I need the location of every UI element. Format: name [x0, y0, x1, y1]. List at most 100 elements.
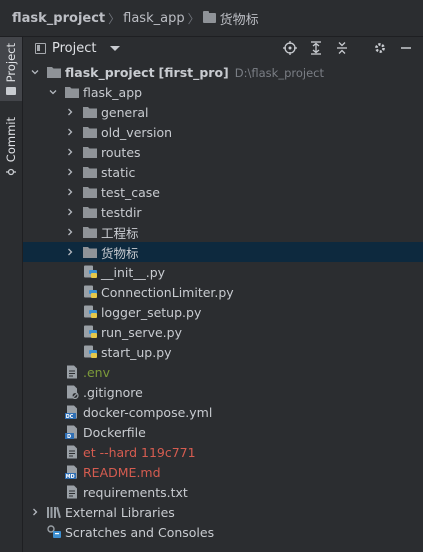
tree-item-folder[interactable]: old_version — [23, 122, 423, 142]
project-view-icon — [35, 42, 46, 54]
minus-icon — [401, 47, 411, 49]
module-name: [first_pro] — [158, 64, 229, 80]
collapse-all-button[interactable] — [329, 37, 355, 59]
chevron-right-icon[interactable] — [66, 228, 74, 236]
settings-button[interactable] — [367, 37, 393, 59]
tree-item-folder[interactable]: general — [23, 102, 423, 122]
panel-toolbar — [277, 37, 419, 59]
chevron-down-icon[interactable] — [110, 45, 121, 51]
tree-item-file[interactable]: D Dockerfile — [23, 422, 423, 442]
tree-item-file[interactable]: __init__.py — [23, 262, 423, 282]
locate-button[interactable] — [277, 37, 303, 59]
tree-item-file[interactable]: .gitignore — [23, 382, 423, 402]
tree-item-label: requirements.txt — [83, 484, 188, 500]
breadcrumb-separator: 〉 — [187, 11, 200, 26]
tree-item-file[interactable]: ConnectionLimiter.py — [23, 282, 423, 302]
expand-all-button[interactable] — [303, 37, 329, 59]
tree-item-label: ConnectionLimiter.py — [101, 284, 234, 300]
view-selector[interactable]: Project — [35, 40, 121, 56]
folder-icon — [83, 227, 97, 238]
dockerfile-icon: D — [65, 425, 77, 439]
tree-item-folder[interactable]: static — [23, 162, 423, 182]
hide-button[interactable] — [393, 37, 419, 59]
markdown-file-icon: MD — [65, 465, 77, 479]
tree-item-folder[interactable]: 工程标 — [23, 222, 423, 242]
folder-icon — [83, 107, 97, 118]
tree-item-file[interactable]: DC docker-compose.yml — [23, 402, 423, 422]
tree-item-label: .gitignore — [83, 384, 143, 400]
tree-item-folder[interactable]: routes — [23, 142, 423, 162]
tree-item-label: Dockerfile — [83, 424, 146, 440]
python-file-icon — [84, 325, 97, 338]
tree-item-external-libraries[interactable]: External Libraries — [23, 502, 423, 522]
folder-icon — [83, 127, 97, 138]
tree-item-file[interactable]: et --hard 119c771 — [23, 442, 423, 462]
tree-item-label: logger_setup.py — [101, 304, 202, 320]
chevron-right-icon[interactable] — [66, 208, 74, 216]
tab-project-label: Project — [4, 43, 18, 83]
ignore-file-icon — [67, 385, 79, 399]
folder-icon — [47, 67, 61, 78]
expand-all-icon — [311, 41, 321, 55]
folder-icon — [65, 87, 79, 98]
chevron-right-icon[interactable] — [66, 248, 74, 256]
tree-item-file[interactable]: logger_setup.py — [23, 302, 423, 322]
tree-item-folder[interactable]: testdir — [23, 202, 423, 222]
breadcrumb-separator: 〉 — [108, 11, 121, 26]
tree-item-label: start_up.py — [101, 344, 172, 360]
chevron-down-icon[interactable] — [49, 88, 57, 96]
tree-item-folder[interactable]: test_case — [23, 182, 423, 202]
tree-item-root[interactable]: flask_project [first_pro] D:\flask_projec… — [23, 62, 423, 82]
tree-item-label: Scratches and Consoles — [65, 524, 215, 540]
project-path: D:\flask_project — [234, 65, 324, 80]
folder-icon — [83, 167, 97, 178]
tree-item-label: 工程标 — [101, 225, 139, 241]
chevron-right-icon[interactable] — [66, 168, 74, 176]
breadcrumb-app[interactable]: flask_app — [123, 11, 184, 26]
tree-item-label: 货物标 — [101, 245, 139, 261]
tree-item-label: docker-compose.yml — [83, 404, 213, 420]
python-file-icon — [84, 265, 97, 278]
python-file-icon — [84, 285, 97, 298]
chevron-down-icon[interactable] — [31, 68, 39, 76]
folder-icon — [83, 147, 97, 158]
panel-title: Project — [52, 40, 97, 56]
tree-item-file[interactable]: MD README.md — [23, 462, 423, 482]
svg-text:D: D — [67, 434, 71, 439]
docker-compose-icon: DC — [65, 405, 77, 419]
tree-item-file[interactable]: .env — [23, 362, 423, 382]
project-name: flask_project — [65, 64, 155, 80]
chevron-right-icon[interactable] — [66, 188, 74, 196]
tree-item-label: testdir — [101, 204, 142, 220]
svg-text:MD: MD — [66, 474, 75, 479]
folder-icon — [83, 247, 97, 258]
python-file-icon — [84, 305, 97, 318]
tab-project[interactable]: Project — [0, 37, 22, 101]
folder-icon — [6, 86, 16, 95]
tree-item-label: External Libraries — [65, 504, 175, 520]
text-file-icon — [67, 365, 77, 379]
chevron-right-icon[interactable] — [66, 128, 74, 136]
folder-icon — [83, 187, 97, 198]
breadcrumb-current[interactable]: 货物标 — [220, 9, 259, 28]
tree-item-label: static — [101, 164, 136, 180]
tree-item-file[interactable]: run_serve.py — [23, 322, 423, 342]
tree-item-label: routes — [101, 144, 141, 160]
tab-commit[interactable]: Commit — [0, 115, 22, 179]
tree-item-flask-app[interactable]: flask_app — [23, 82, 423, 102]
tool-window-strip: Project Commit — [0, 37, 23, 552]
folder-icon — [83, 207, 97, 218]
text-file-icon — [67, 485, 77, 499]
tree-item-folder-selected[interactable]: 货物标 — [23, 242, 423, 262]
tree-item-file[interactable]: requirements.txt — [23, 482, 423, 502]
tree-item-scratches[interactable]: Scratches and Consoles — [23, 522, 423, 542]
panel-header: Project — [23, 37, 423, 59]
scratches-icon — [47, 525, 61, 538]
tree-item-file[interactable]: start_up.py — [23, 342, 423, 362]
breadcrumb-project[interactable]: flask_project — [12, 11, 105, 26]
chevron-right-icon[interactable] — [66, 148, 74, 156]
commit-icon — [6, 168, 16, 175]
chevron-right-icon[interactable] — [66, 108, 74, 116]
tree-item-label: et --hard 119c771 — [83, 444, 196, 460]
chevron-right-icon[interactable] — [31, 508, 39, 516]
